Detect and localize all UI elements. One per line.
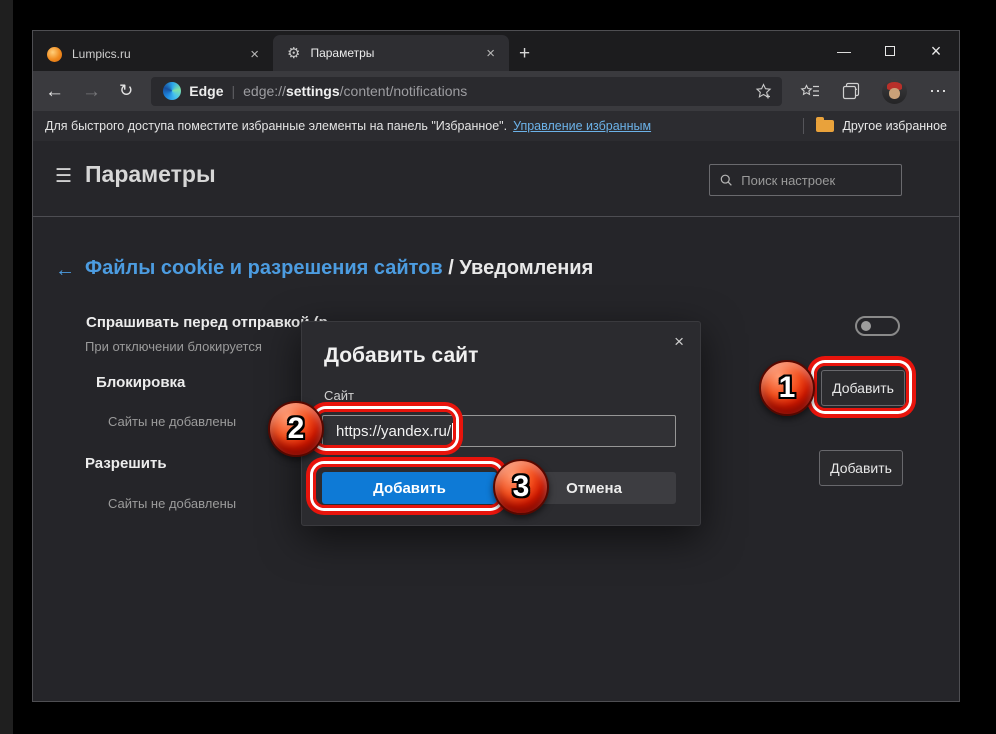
minimize-button[interactable]: — [821, 31, 867, 71]
folder-icon [816, 117, 835, 132]
add-favorite-star-icon[interactable] [755, 82, 772, 100]
site-field-label: Сайт [324, 388, 354, 403]
allow-section-title: Разрешить [85, 455, 167, 472]
gear-icon: ⚙ [287, 45, 301, 62]
hamburger-menu-icon[interactable]: ☰ [55, 165, 72, 188]
callout-step1: 1 [759, 360, 815, 416]
edge-brand-label: Edge [189, 83, 224, 99]
tab-title: Lumpics.ru [72, 47, 131, 61]
settings-header: ☰ Параметры [33, 141, 959, 217]
favorites-divider [803, 118, 805, 134]
breadcrumb-separator: / [442, 257, 460, 279]
url-path: /content/notifications [339, 83, 468, 99]
avatar-face [889, 87, 900, 99]
edge-logo-icon [163, 82, 182, 100]
ask-before-sending-toggle[interactable] [855, 316, 900, 336]
dialog-title: Добавить сайт [324, 344, 479, 367]
back-button[interactable]: ← [45, 82, 64, 101]
tab-bar: Lumpics.ru × ⚙ Параметры × + — × [33, 31, 959, 71]
more-menu-button[interactable]: ⋯ [929, 81, 947, 102]
lumpics-favicon-icon [47, 46, 62, 62]
settings-search-input[interactable] [741, 172, 891, 188]
callout-step2: 2 [268, 401, 324, 457]
screenshot-root: Lumpics.ru × ⚙ Параметры × + — × ← → ↻ E… [0, 0, 996, 734]
callout-step3: 3 [493, 459, 549, 515]
tab-close-icon[interactable]: × [246, 46, 263, 63]
breadcrumb-back-icon[interactable]: ← [55, 259, 75, 282]
close-button[interactable]: × [913, 31, 959, 71]
allow-empty-text: Сайты не добавлены [108, 496, 237, 511]
profile-avatar[interactable] [882, 78, 907, 104]
other-favorites-button[interactable]: Другое избранное [842, 119, 947, 133]
ask-before-sending-sublabel: При отключении блокируется [85, 339, 262, 354]
toolbar-icons: ⋯ [800, 78, 947, 104]
tab-close-icon[interactable]: × [482, 45, 499, 62]
highlight-box-step1 [814, 363, 909, 411]
breadcrumb: Файлы cookie и разрешения сайтов / Уведо… [85, 257, 593, 280]
search-icon [720, 174, 732, 186]
screen-left-strip [0, 0, 13, 734]
maximize-icon [885, 46, 895, 56]
address-bar[interactable]: Edge | edge://settings/content/notificat… [151, 76, 782, 106]
window-controls: — × [821, 31, 959, 71]
address-separator: | [231, 83, 236, 99]
tab-lumpics[interactable]: Lumpics.ru × [33, 37, 273, 71]
favorites-bar: Для быстрого доступа поместите избранные… [33, 111, 959, 141]
url-scheme: edge:// [243, 83, 286, 99]
maximize-button[interactable] [867, 31, 913, 71]
highlight-box-step3 [313, 464, 501, 508]
settings-search-box[interactable] [709, 164, 902, 196]
ask-before-sending-label: Спрашивать перед отправкой (р [86, 314, 328, 331]
settings-content: ← Файлы cookie и разрешения сайтов / Уве… [33, 217, 959, 701]
manage-favorites-link[interactable]: Управление избранным [513, 119, 651, 133]
new-tab-button[interactable]: + [519, 43, 530, 65]
url-text: edge://settings/content/notifications [243, 83, 747, 99]
breadcrumb-link-cookies[interactable]: Файлы cookie и разрешения сайтов [85, 257, 443, 279]
browser-toolbar: ← → ↻ Edge | edge://settings/content/not… [33, 71, 959, 111]
tab-settings[interactable]: ⚙ Параметры × [273, 35, 509, 71]
block-section-title: Блокировка [96, 374, 186, 391]
url-host: settings [285, 83, 340, 99]
allow-add-button[interactable]: Добавить [819, 450, 903, 486]
favorites-notice: Для быстрого доступа поместите избранные… [45, 119, 508, 133]
refresh-button[interactable]: ↻ [119, 81, 133, 101]
toggle-knob [861, 321, 871, 331]
folder-tab [816, 117, 825, 121]
tab-title: Параметры [310, 46, 375, 60]
block-empty-text: Сайты не добавлены [108, 414, 237, 429]
forward-button[interactable]: → [82, 82, 101, 101]
dialog-close-icon[interactable]: × [674, 332, 684, 352]
favorites-bar-icon[interactable] [800, 83, 820, 99]
breadcrumb-current: Уведомления [459, 257, 594, 279]
settings-title: Параметры [85, 161, 216, 187]
collections-icon[interactable] [842, 82, 860, 100]
highlight-box-step2 [315, 409, 456, 448]
